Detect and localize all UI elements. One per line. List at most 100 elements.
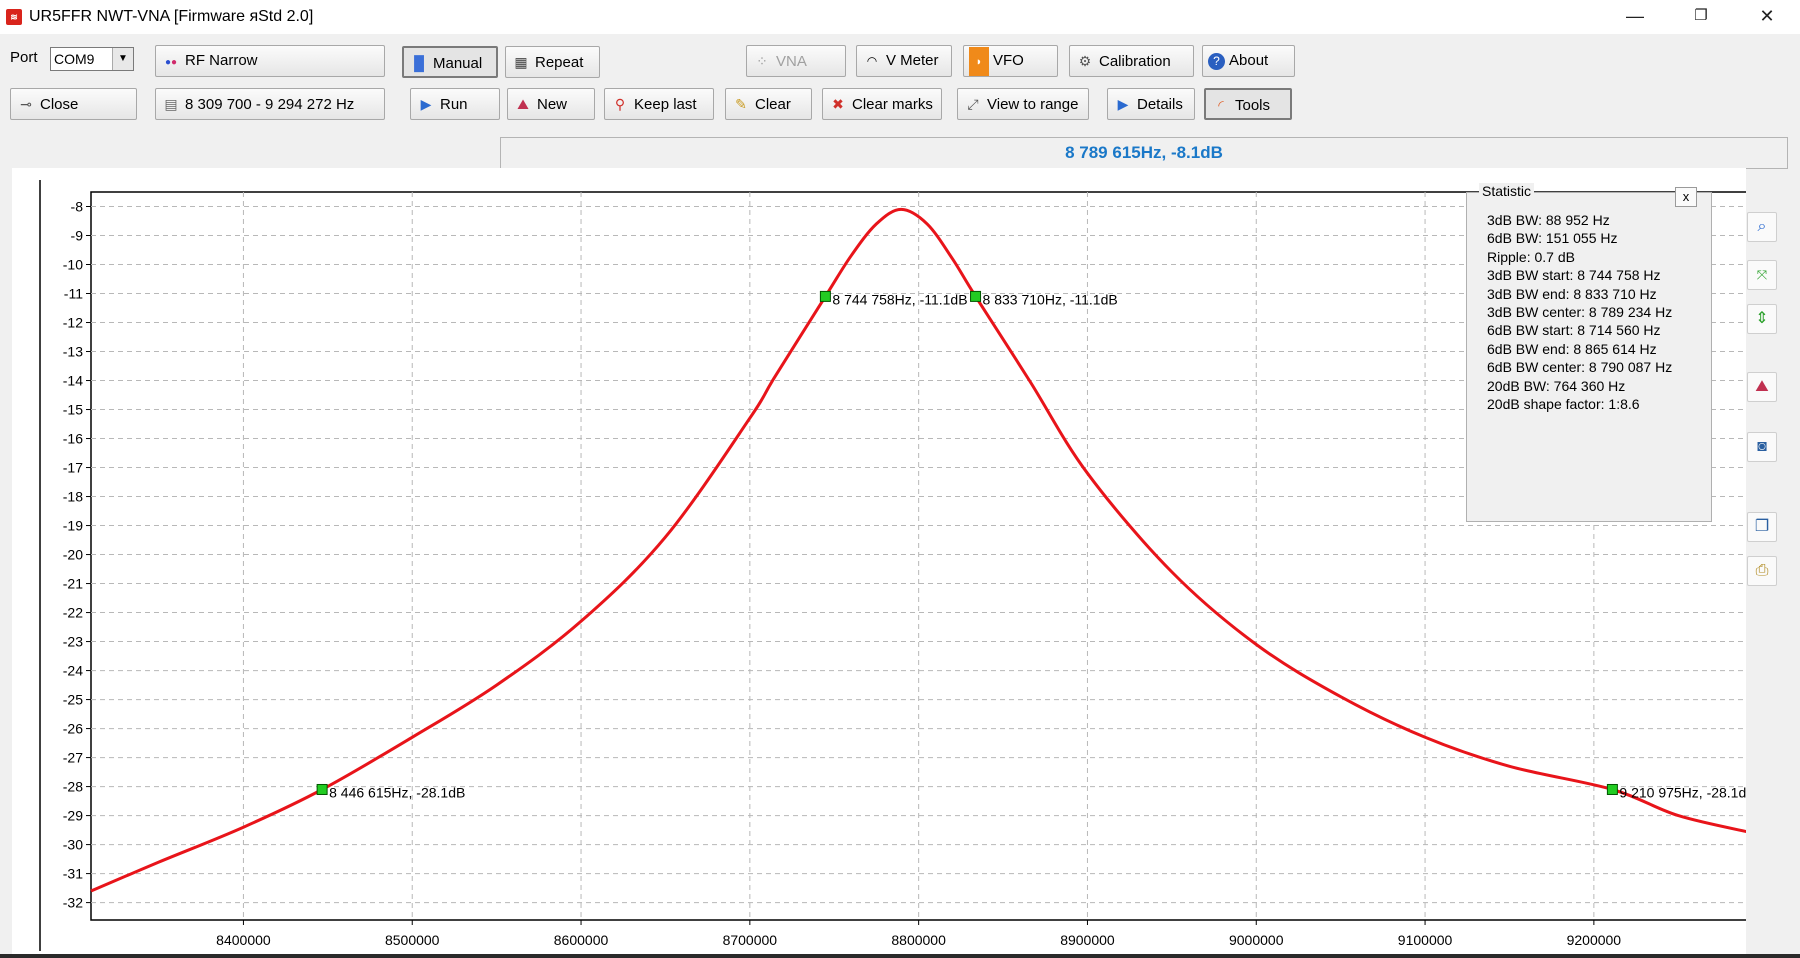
y-tick-label: -31 bbox=[63, 866, 83, 882]
y-tick-label: -12 bbox=[63, 315, 83, 331]
manual-button[interactable]: ▐▌ Manual bbox=[402, 46, 498, 78]
clear-marks-button[interactable]: ✖ Clear marks bbox=[822, 88, 942, 120]
gauge-icon: ◠ bbox=[866, 54, 878, 68]
y-tick-label: -32 bbox=[63, 895, 83, 911]
run-button[interactable]: ▶ Run bbox=[410, 88, 500, 120]
marker-point[interactable] bbox=[1606, 783, 1618, 795]
vna-button[interactable]: ⁘ VNA bbox=[746, 45, 846, 77]
help-icon: ? bbox=[1208, 53, 1225, 70]
stat-6db-start: 6dB BW start: 8 714 560 Hz bbox=[1487, 322, 1661, 339]
stat-ripple: Ripple: 0.7 dB bbox=[1487, 248, 1575, 265]
new-button[interactable]: ⛰ New bbox=[507, 88, 595, 120]
statistic-title: Statistic bbox=[1479, 183, 1535, 199]
view-to-range-button[interactable]: ⤢ View to range bbox=[957, 88, 1089, 120]
y-tick-label: -9 bbox=[71, 228, 84, 244]
y-tick-label: -14 bbox=[63, 373, 83, 389]
bottom-edge bbox=[0, 954, 1800, 958]
statistic-panel: Statistic x 3dB BW: 88 952 Hz 6dB BW: 15… bbox=[1466, 183, 1712, 522]
tools-label: Tools bbox=[1235, 97, 1271, 114]
clear-label: Clear bbox=[755, 96, 791, 113]
y-tick-label: -29 bbox=[63, 808, 83, 824]
x-tick-label: 9000000 bbox=[1229, 932, 1284, 948]
keep-last-button[interactable]: ⚲ Keep last bbox=[604, 88, 714, 120]
y-tick-label: -22 bbox=[63, 605, 83, 621]
y-tick-label: -30 bbox=[63, 837, 83, 853]
port-select[interactable]: COM9 ▼ bbox=[50, 47, 134, 71]
y-tick-label: -20 bbox=[63, 547, 83, 563]
port-value: COM9 bbox=[54, 51, 95, 67]
range-icon: ⤢ bbox=[967, 96, 979, 112]
copy-icon[interactable]: ❐ bbox=[1747, 512, 1777, 542]
y-tick-label: -25 bbox=[63, 692, 83, 708]
statistic-lines: 3dB BW: 88 952 Hz 6dB BW: 151 055 Hz Rip… bbox=[1487, 211, 1672, 413]
frequency-range-button[interactable]: ▤ 8 309 700 - 9 294 272 Hz bbox=[155, 88, 385, 120]
chevron-down-icon[interactable]: ▼ bbox=[112, 48, 133, 70]
y-tick-label: -21 bbox=[63, 576, 83, 592]
marker-label: 8 744 758Hz, -11.1dB bbox=[832, 291, 967, 307]
camera-icon[interactable]: ◙ bbox=[1747, 432, 1777, 462]
y-tick-label: -24 bbox=[63, 663, 83, 679]
clear-marks-icon: ✖ bbox=[832, 96, 844, 112]
x-tick-label: 8500000 bbox=[385, 932, 440, 948]
y-tick-label: -13 bbox=[63, 344, 83, 360]
about-button[interactable]: ? About bbox=[1202, 45, 1295, 77]
x-tick-label: 8400000 bbox=[216, 932, 271, 948]
play-icon: ▶ bbox=[420, 96, 432, 112]
disconnect-icon: ⊸ bbox=[20, 96, 32, 112]
new-label: New bbox=[537, 96, 568, 113]
y-tick-label: -18 bbox=[63, 489, 83, 505]
y-tick-label: -26 bbox=[63, 721, 83, 737]
close-window-button[interactable]: ✕ bbox=[1734, 0, 1800, 32]
window-title: UR5FFR NWT-VNA [Firmware яStd 2.0] bbox=[29, 8, 314, 25]
statistic-close-button[interactable]: x bbox=[1675, 187, 1697, 207]
x-tick-label: 8800000 bbox=[891, 932, 946, 948]
film-icon: ▦ bbox=[514, 54, 528, 70]
clear-marks-label: Clear marks bbox=[852, 96, 933, 113]
close-port-button[interactable]: ⊸ Close bbox=[10, 88, 137, 120]
details-button[interactable]: ▶ Details bbox=[1107, 88, 1195, 120]
repeat-button[interactable]: ▦ Repeat bbox=[505, 46, 600, 78]
about-label: About bbox=[1229, 52, 1269, 69]
stat-3db-center: 3dB BW center: 8 789 234 Hz bbox=[1487, 304, 1673, 321]
clear-button[interactable]: ✎ Clear bbox=[725, 88, 812, 120]
y-tick-label: -17 bbox=[63, 460, 83, 476]
print-icon[interactable]: ⎙ bbox=[1747, 556, 1777, 586]
stat-shape-factor: 20dB shape factor: 1:8.6 bbox=[1487, 396, 1640, 413]
marker-point[interactable] bbox=[819, 290, 831, 302]
v-meter-button[interactable]: ◠ V Meter bbox=[856, 45, 952, 77]
app-icon: ≋ bbox=[6, 9, 22, 25]
pin-icon: ⚲ bbox=[614, 96, 626, 112]
restore-button[interactable]: ❐ bbox=[1668, 0, 1734, 32]
signal-icon: ◗ bbox=[969, 47, 989, 76]
marker-label: 8 446 615Hz, -28.1dB bbox=[329, 784, 465, 800]
zoom-icon[interactable]: ⌕ bbox=[1747, 212, 1777, 242]
y-tick-label: -19 bbox=[63, 518, 83, 534]
dual-dot-icon: ●● bbox=[164, 57, 178, 68]
chart-icon[interactable]: ⛰ bbox=[1747, 372, 1777, 402]
bar-chart-icon: ▐▌ bbox=[409, 55, 429, 71]
fit-icon[interactable]: ⤧ bbox=[1747, 260, 1777, 290]
vfo-button[interactable]: ◗ VFO bbox=[963, 45, 1058, 77]
vna-icon: ⁘ bbox=[756, 53, 768, 69]
minimize-button[interactable]: — bbox=[1602, 0, 1668, 32]
marker-point[interactable] bbox=[970, 290, 982, 302]
keep-last-label: Keep last bbox=[634, 96, 697, 113]
tools-button[interactable]: ◜ Tools bbox=[1204, 88, 1292, 120]
y-tick-label: -10 bbox=[63, 257, 83, 273]
chart-area[interactable]: -8 -9 -10 -11 -12 -13 -14 -15 -16 -17 -18 -19 -20 -21… bbox=[12, 168, 1777, 954]
rf-narrow-button[interactable]: ●● RF Narrow bbox=[155, 45, 385, 77]
x-axis: 8400000 8500000 8600000 8700000 8800000 89000… bbox=[216, 920, 1621, 948]
stat-20db-bw: 20dB BW: 764 360 Hz bbox=[1487, 377, 1626, 394]
x-tick-label: 8600000 bbox=[554, 932, 609, 948]
vertical-scale-icon[interactable]: ⇕ bbox=[1747, 304, 1777, 334]
stat-3db-end: 3dB BW end: 8 833 710 Hz bbox=[1487, 285, 1657, 302]
y-tick-label: -23 bbox=[63, 634, 83, 650]
y-tick-label: -8 bbox=[71, 199, 84, 215]
marker-point[interactable] bbox=[316, 783, 328, 795]
x-tick-label: 8900000 bbox=[1060, 932, 1115, 948]
calculator-icon: ▤ bbox=[164, 96, 178, 112]
port-label: Port bbox=[10, 49, 38, 66]
main-window: Port COM9 ▼ ●● RF Narrow ▐▌ Manual ▦ Repeat… bbox=[0, 34, 1800, 958]
y-tick-label: -11 bbox=[64, 286, 83, 302]
calibration-button[interactable]: ⚙ Calibration bbox=[1069, 45, 1194, 77]
